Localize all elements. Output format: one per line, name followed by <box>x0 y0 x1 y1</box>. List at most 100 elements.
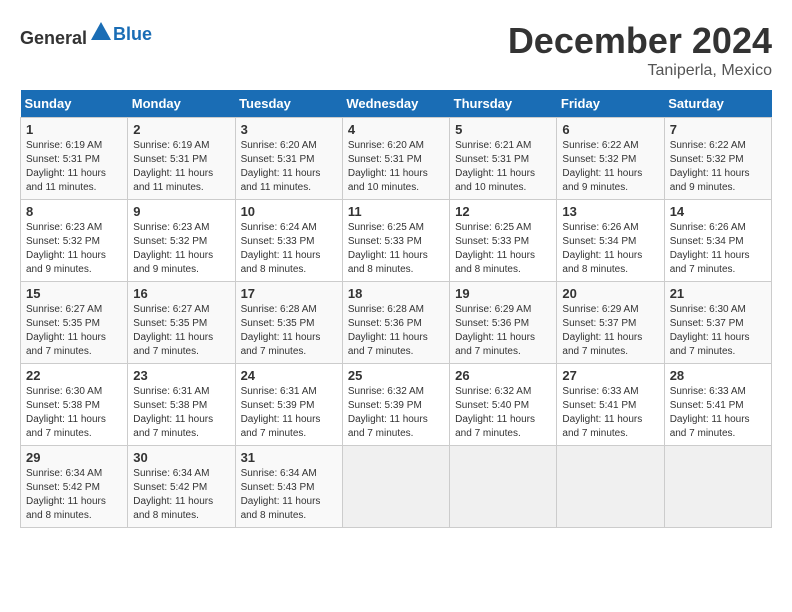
day-number: 12 <box>455 204 551 219</box>
day-number: 23 <box>133 368 229 383</box>
day-info: Sunrise: 6:20 AMSunset: 5:31 PMDaylight:… <box>241 139 337 195</box>
day-info: Sunrise: 6:30 AMSunset: 5:38 PMDaylight:… <box>26 385 122 441</box>
calendar-cell: 24 Sunrise: 6:31 AMSunset: 5:39 PMDayligh… <box>235 364 342 446</box>
calendar-cell: 19Sunrise: 6:29 AMSunset: 5:36 PMDayligh… <box>450 282 557 364</box>
day-info: Sunrise: 6:19 AMSunset: 5:31 PMDaylight:… <box>133 139 229 195</box>
day-number: 30 <box>133 450 229 465</box>
logo-icon <box>89 20 113 44</box>
day-info: Sunrise: 6:33 AMSunset: 5:41 PMDaylight:… <box>670 385 766 441</box>
calendar-cell: 4 Sunrise: 6:20 AMSunset: 5:31 PMDaylight… <box>342 118 449 200</box>
day-number: 24 <box>241 368 337 383</box>
header: General Blue December 2024 Taniperla, Me… <box>20 20 772 80</box>
day-number: 25 <box>348 368 444 383</box>
day-info: Sunrise: 6:27 AMSunset: 5:35 PMDaylight:… <box>26 303 122 359</box>
calendar-cell <box>342 446 449 528</box>
calendar-cell: 14 Sunrise: 6:26 AMSunset: 5:34 PMDayligh… <box>664 200 771 282</box>
day-info: Sunrise: 6:20 AMSunset: 5:31 PMDaylight:… <box>348 139 444 195</box>
weekday-header-wednesday: Wednesday <box>342 90 449 118</box>
day-number: 18 <box>348 286 444 301</box>
day-info: Sunrise: 6:26 AMSunset: 5:34 PMDaylight:… <box>562 221 658 277</box>
calendar-cell: 28Sunrise: 6:33 AMSunset: 5:41 PMDayligh… <box>664 364 771 446</box>
day-info: Sunrise: 6:19 AMSunset: 5:31 PMDaylight:… <box>26 139 122 195</box>
weekday-header-friday: Friday <box>557 90 664 118</box>
weekday-header-tuesday: Tuesday <box>235 90 342 118</box>
calendar-week-1: 1 Sunrise: 6:19 AMSunset: 5:31 PMDaylight… <box>21 118 772 200</box>
day-number: 9 <box>133 204 229 219</box>
day-number: 4 <box>348 122 444 137</box>
calendar-cell: 11 Sunrise: 6:25 AMSunset: 5:33 PMDayligh… <box>342 200 449 282</box>
day-info: Sunrise: 6:31 AMSunset: 5:39 PMDaylight:… <box>241 385 337 441</box>
calendar-cell: 8 Sunrise: 6:23 AMSunset: 5:32 PMDaylight… <box>21 200 128 282</box>
calendar-week-2: 8 Sunrise: 6:23 AMSunset: 5:32 PMDaylight… <box>21 200 772 282</box>
calendar-cell: 21Sunrise: 6:30 AMSunset: 5:37 PMDayligh… <box>664 282 771 364</box>
calendar-cell: 17 Sunrise: 6:28 AMSunset: 5:35 PMDayligh… <box>235 282 342 364</box>
calendar-cell: 13 Sunrise: 6:26 AMSunset: 5:34 PMDayligh… <box>557 200 664 282</box>
calendar-cell: 16Sunrise: 6:27 AMSunset: 5:35 PMDayligh… <box>128 282 235 364</box>
calendar-cell: 25 Sunrise: 6:32 AMSunset: 5:39 PMDayligh… <box>342 364 449 446</box>
calendar-cell: 31Sunrise: 6:34 AMSunset: 5:43 PMDayligh… <box>235 446 342 528</box>
day-info: Sunrise: 6:24 AMSunset: 5:33 PMDaylight:… <box>241 221 337 277</box>
day-info: Sunrise: 6:26 AMSunset: 5:34 PMDaylight:… <box>670 221 766 277</box>
calendar-cell: 26 Sunrise: 6:32 AMSunset: 5:40 PMDayligh… <box>450 364 557 446</box>
day-number: 21 <box>670 286 766 301</box>
logo-blue-text: Blue <box>113 24 152 44</box>
day-info: Sunrise: 6:25 AMSunset: 5:33 PMDaylight:… <box>348 221 444 277</box>
day-info: Sunrise: 6:34 AMSunset: 5:42 PMDaylight:… <box>26 467 122 523</box>
calendar-week-5: 29Sunrise: 6:34 AMSunset: 5:42 PMDayligh… <box>21 446 772 528</box>
day-number: 1 <box>26 122 122 137</box>
day-info: Sunrise: 6:22 AMSunset: 5:32 PMDaylight:… <box>562 139 658 195</box>
weekday-header-saturday: Saturday <box>664 90 771 118</box>
calendar-cell: 29Sunrise: 6:34 AMSunset: 5:42 PMDayligh… <box>21 446 128 528</box>
calendar-cell: 3Sunrise: 6:20 AMSunset: 5:31 PMDaylight… <box>235 118 342 200</box>
calendar-cell: 1 Sunrise: 6:19 AMSunset: 5:31 PMDaylight… <box>21 118 128 200</box>
logo-general-text: General <box>20 28 87 48</box>
day-number: 20 <box>562 286 658 301</box>
day-number: 15 <box>26 286 122 301</box>
day-info: Sunrise: 6:32 AMSunset: 5:40 PMDaylight:… <box>455 385 551 441</box>
calendar: SundayMondayTuesdayWednesdayThursdayFrid… <box>20 90 772 528</box>
day-number: 2 <box>133 122 229 137</box>
location-title: Taniperla, Mexico <box>508 62 772 80</box>
day-info: Sunrise: 6:33 AMSunset: 5:41 PMDaylight:… <box>562 385 658 441</box>
calendar-cell: 2 Sunrise: 6:19 AMSunset: 5:31 PMDaylight… <box>128 118 235 200</box>
day-info: Sunrise: 6:32 AMSunset: 5:39 PMDaylight:… <box>348 385 444 441</box>
calendar-cell: 12 Sunrise: 6:25 AMSunset: 5:33 PMDayligh… <box>450 200 557 282</box>
day-info: Sunrise: 6:23 AMSunset: 5:32 PMDaylight:… <box>133 221 229 277</box>
calendar-cell <box>450 446 557 528</box>
day-number: 14 <box>670 204 766 219</box>
calendar-cell: 30 Sunrise: 6:34 AMSunset: 5:42 PMDayligh… <box>128 446 235 528</box>
day-number: 17 <box>241 286 337 301</box>
day-info: Sunrise: 6:25 AMSunset: 5:33 PMDaylight:… <box>455 221 551 277</box>
logo: General Blue <box>20 20 152 49</box>
calendar-cell: 9 Sunrise: 6:23 AMSunset: 5:32 PMDaylight… <box>128 200 235 282</box>
month-title: December 2024 <box>508 20 772 62</box>
calendar-cell: 20 Sunrise: 6:29 AMSunset: 5:37 PMDayligh… <box>557 282 664 364</box>
calendar-cell <box>664 446 771 528</box>
day-info: Sunrise: 6:29 AMSunset: 5:37 PMDaylight:… <box>562 303 658 359</box>
day-number: 11 <box>348 204 444 219</box>
day-number: 7 <box>670 122 766 137</box>
calendar-cell: 18 Sunrise: 6:28 AMSunset: 5:36 PMDayligh… <box>342 282 449 364</box>
day-info: Sunrise: 6:28 AMSunset: 5:36 PMDaylight:… <box>348 303 444 359</box>
day-number: 13 <box>562 204 658 219</box>
calendar-cell: 7 Sunrise: 6:22 AMSunset: 5:32 PMDaylight… <box>664 118 771 200</box>
day-info: Sunrise: 6:34 AMSunset: 5:42 PMDaylight:… <box>133 467 229 523</box>
day-info: Sunrise: 6:23 AMSunset: 5:32 PMDaylight:… <box>26 221 122 277</box>
day-number: 16 <box>133 286 229 301</box>
day-number: 26 <box>455 368 551 383</box>
weekday-header-sunday: Sunday <box>21 90 128 118</box>
day-info: Sunrise: 6:28 AMSunset: 5:35 PMDaylight:… <box>241 303 337 359</box>
day-info: Sunrise: 6:31 AMSunset: 5:38 PMDaylight:… <box>133 385 229 441</box>
day-number: 19 <box>455 286 551 301</box>
day-number: 22 <box>26 368 122 383</box>
day-number: 8 <box>26 204 122 219</box>
title-area: December 2024 Taniperla, Mexico <box>508 20 772 80</box>
calendar-cell: 5Sunrise: 6:21 AMSunset: 5:31 PMDaylight… <box>450 118 557 200</box>
day-info: Sunrise: 6:22 AMSunset: 5:32 PMDaylight:… <box>670 139 766 195</box>
calendar-cell <box>557 446 664 528</box>
day-number: 6 <box>562 122 658 137</box>
calendar-cell: 15 Sunrise: 6:27 AMSunset: 5:35 PMDayligh… <box>21 282 128 364</box>
calendar-cell: 27Sunrise: 6:33 AMSunset: 5:41 PMDayligh… <box>557 364 664 446</box>
day-info: Sunrise: 6:21 AMSunset: 5:31 PMDaylight:… <box>455 139 551 195</box>
day-number: 10 <box>241 204 337 219</box>
